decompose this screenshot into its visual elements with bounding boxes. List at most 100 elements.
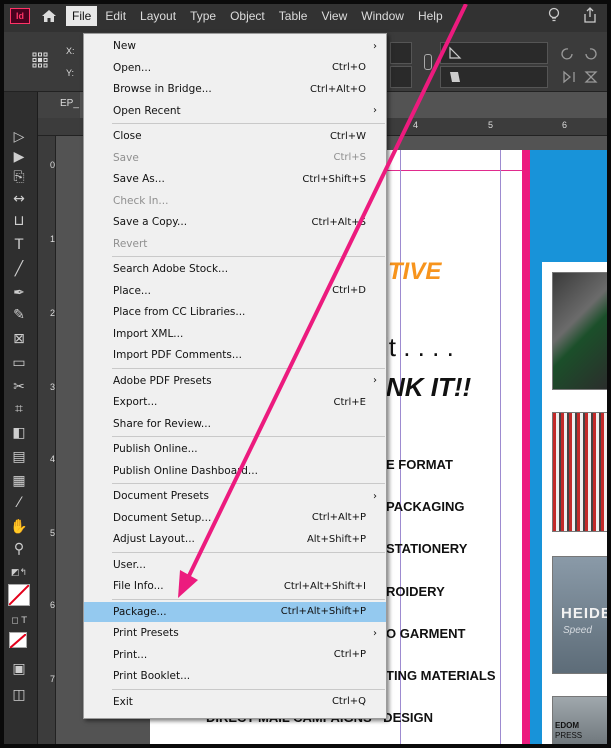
menu-item-shortcut: Ctrl+W — [329, 130, 366, 142]
file-menu-item-open-recent[interactable]: Open Recent › — [84, 101, 386, 121]
pencil-tool-icon[interactable]: ✎ — [8, 304, 30, 326]
rectangle-frame-tool-icon[interactable]: ⊠ — [8, 328, 30, 350]
constrain-icon[interactable] — [424, 54, 432, 70]
rotate-buttons-icon[interactable] — [560, 46, 600, 60]
file-menu-dropdown: New › Open... Ctrl+O Browse in Bridge... Ctrl… — [83, 33, 387, 719]
width-field[interactable] — [390, 42, 412, 64]
menu-window[interactable]: Window — [355, 6, 410, 26]
file-menu-item-print-presets[interactable]: Print Presets › — [84, 623, 386, 643]
file-menu-item-share-for-review[interactable]: Share for Review... — [84, 414, 386, 434]
file-menu-item-adobe-pdf-presets[interactable]: Adobe PDF Presets › — [84, 371, 386, 391]
direct-selection-tool-icon[interactable]: ▶ — [8, 146, 30, 168]
menu-separator — [112, 367, 385, 369]
file-menu-item-exit[interactable]: Exit Ctrl+Q — [84, 692, 386, 712]
page-tool-icon[interactable]: ⎘ — [8, 166, 30, 188]
menu-item-shortcut: Ctrl+P — [333, 649, 366, 660]
menu-separator — [112, 256, 385, 257]
submenu-chevron-icon: › — [373, 40, 377, 52]
menu-help[interactable]: Help — [412, 6, 449, 26]
formatting-container-icon[interactable]: ◻ T — [8, 610, 30, 632]
file-menu-item-close[interactable]: Close Ctrl+W — [84, 126, 386, 146]
screen-mode-icon[interactable]: ▣ — [8, 658, 30, 680]
menu-item-shortcut: Ctrl+Alt+Shift+I — [283, 580, 366, 592]
menu-item-shortcut: Ctrl+Shift+S — [302, 173, 366, 185]
submenu-chevron-icon: › — [373, 105, 377, 116]
reference-point-icon[interactable] — [32, 52, 48, 68]
hand-tool-icon[interactable]: ✋ — [8, 516, 30, 538]
menu-item-shortcut: Ctrl+E — [333, 396, 367, 408]
file-menu-item-print-booklet[interactable]: Print Booklet... — [84, 666, 386, 686]
file-menu-item-file-info[interactable]: File Info... Ctrl+Alt+Shift+I — [84, 576, 386, 596]
flip-buttons-icon[interactable] — [560, 70, 600, 84]
content-collector-icon[interactable]: ⊔ — [8, 210, 30, 232]
menu-view[interactable]: View — [315, 6, 353, 26]
menu-item-label: Publish Online... — [113, 443, 198, 455]
note-tool-icon[interactable]: ▦ — [8, 470, 30, 492]
file-menu-item-adjust-layout[interactable]: Adjust Layout... Alt+Shift+P — [84, 529, 386, 549]
ruler-number: 0 — [50, 160, 56, 170]
line-tool-icon[interactable]: ╱ — [8, 258, 30, 280]
file-menu-item-import-xml[interactable]: Import XML... — [84, 324, 386, 344]
menu-separator — [112, 598, 385, 600]
file-menu-item-import-pdf-comments[interactable]: Import PDF Comments... — [84, 345, 386, 365]
home-icon[interactable] — [40, 7, 58, 25]
gradient-feather-tool-icon[interactable]: ▤ — [8, 446, 30, 468]
file-menu-item-print[interactable]: Print... Ctrl+P — [84, 645, 386, 665]
menu-item-label: Adjust Layout... — [113, 533, 195, 545]
menu-type[interactable]: Type — [184, 6, 222, 26]
scissors-tool-icon[interactable]: ✂ — [8, 376, 30, 398]
file-menu-item-open[interactable]: Open... Ctrl+O — [84, 58, 386, 78]
selection-tool-icon[interactable]: ▷ — [8, 126, 30, 148]
file-menu-item-save-a-copy[interactable]: Save a Copy... Ctrl+Alt+S — [84, 212, 386, 232]
file-menu-item-search-adobe-stock[interactable]: Search Adobe Stock... — [84, 259, 386, 279]
menu-layout[interactable]: Layout — [134, 6, 182, 26]
indesign-logo[interactable]: Id — [10, 8, 30, 24]
pen-tool-icon[interactable]: ✒ — [8, 282, 30, 304]
menu-object[interactable]: Object — [224, 6, 271, 26]
tive-heading: TIVE — [388, 258, 442, 285]
apply-none-icon[interactable] — [9, 632, 27, 649]
menu-table[interactable]: Table — [273, 6, 314, 26]
fill-stroke-swatch[interactable] — [8, 584, 30, 606]
press-text: PRESS — [555, 731, 583, 740]
file-menu-item-publish-online-dashboard[interactable]: Publish Online Dashboard... — [84, 461, 386, 481]
type-tool-icon[interactable]: T — [8, 234, 30, 256]
menu-item-label: Package... — [113, 605, 167, 618]
gap-tool-icon[interactable]: ↔ — [8, 188, 30, 210]
file-menu-item-new[interactable]: New › — [84, 36, 386, 56]
eyedropper-tool-icon[interactable]: ⁄ — [8, 492, 30, 514]
file-menu-item-document-presets[interactable]: Document Presets › — [84, 486, 386, 506]
file-menu-item-save-as[interactable]: Save As... Ctrl+Shift+S — [84, 169, 386, 189]
free-transform-tool-icon[interactable]: ⌗ — [8, 398, 30, 420]
menu-separator — [112, 551, 385, 553]
default-fill-stroke-icon[interactable]: ◩↰ — [8, 562, 30, 584]
zoom-tool-icon[interactable]: ⚲ — [8, 538, 30, 560]
menu-item-label: Close — [113, 130, 142, 142]
height-field[interactable] — [390, 66, 412, 88]
file-menu-item-place-from-cc-libraries[interactable]: Place from CC Libraries... — [84, 302, 386, 322]
file-menu-item-package[interactable]: Package... Ctrl+Alt+Shift+P — [84, 601, 386, 622]
preview-mode-icon[interactable]: ◫ — [8, 684, 30, 706]
rectangle-tool-icon[interactable]: ▭ — [8, 352, 30, 374]
file-menu-item-browse-in-bridge[interactable]: Browse in Bridge... Ctrl+Alt+O — [84, 79, 386, 99]
menu-file[interactable]: File — [66, 6, 98, 26]
menu-separator — [112, 436, 385, 437]
printer-machine-photo — [552, 272, 611, 390]
embroidery-threads-photo — [552, 412, 611, 532]
gradient-swatch-tool-icon[interactable]: ◧ — [8, 422, 30, 444]
packaging-line: PACKAGING — [386, 499, 465, 514]
y-label: Y: — [66, 68, 75, 78]
ruler-number: 2 — [50, 308, 56, 318]
submenu-chevron-icon: › — [373, 490, 377, 502]
file-menu-item-publish-online[interactable]: Publish Online... — [84, 439, 386, 459]
menu-edit[interactable]: Edit — [99, 6, 132, 26]
share-icon[interactable] — [581, 6, 599, 24]
file-menu-item-user[interactable]: User... — [84, 555, 386, 575]
menu-item-label: Open... — [113, 61, 152, 74]
file-menu-item-place[interactable]: Place... Ctrl+D — [84, 281, 386, 301]
lightbulb-icon[interactable] — [545, 6, 563, 24]
file-menu-item-export[interactable]: Export... Ctrl+E — [84, 392, 386, 412]
document-tab[interactable]: EP_ — [38, 92, 80, 118]
menu-item-label: Export... — [113, 396, 158, 408]
file-menu-item-document-setup[interactable]: Document Setup... Ctrl+Alt+P — [84, 508, 386, 528]
